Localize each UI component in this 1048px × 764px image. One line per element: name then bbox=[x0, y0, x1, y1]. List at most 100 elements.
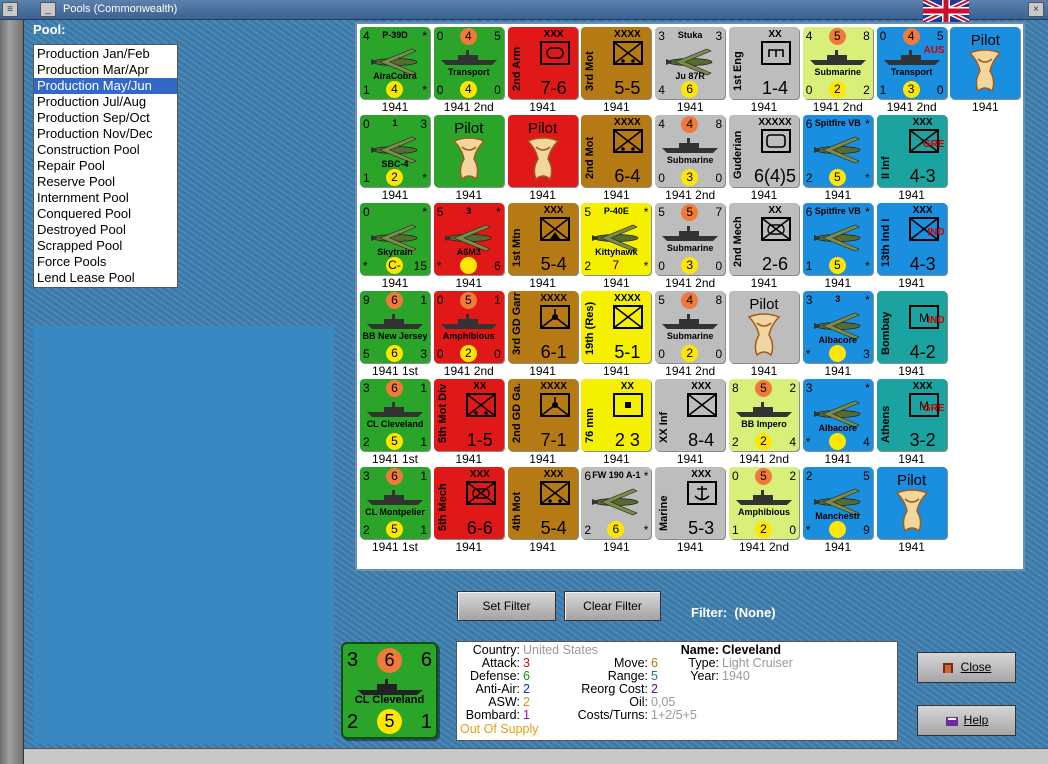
counter-cell: 0 3 1 1 SBC-4 2 * 1941 bbox=[360, 115, 430, 202]
counter-strength: 6-6 bbox=[466, 518, 493, 538]
pool-item[interactable]: Production Mar/Apr bbox=[34, 62, 177, 78]
system-menu-icon[interactable]: ≡ bbox=[2, 2, 18, 17]
ship-unit-counter[interactable]: 4 8 0 4 3 0 Submarine bbox=[655, 115, 726, 187]
pool-item[interactable]: Production Nov/Dec bbox=[34, 126, 177, 142]
counter-label: Transport bbox=[448, 67, 490, 77]
air-unit-counter[interactable]: 5 * * 3 A6M3 6 bbox=[433, 203, 504, 275]
land-unit-counter[interactable]: Bombay M 4-2 IND bbox=[876, 291, 947, 363]
pool-list[interactable]: Production Jan/Feb Production Mar/Apr Prod… bbox=[33, 44, 178, 288]
pool-item[interactable]: Force Pools bbox=[34, 254, 177, 270]
counter-label: Kittyhawk bbox=[595, 247, 638, 257]
counter-top-right-value: 8 bbox=[715, 117, 723, 131]
counter-top-left-value: 0 bbox=[363, 117, 370, 131]
counter-strength: 7-6 bbox=[540, 78, 567, 98]
minimize-icon[interactable]: _ bbox=[40, 2, 56, 17]
pool-item[interactable]: Production Sep/Oct bbox=[34, 110, 177, 126]
ship-unit-counter[interactable]: 0 1 0 5 2 0 Amphibious bbox=[433, 291, 504, 363]
pool-item[interactable]: Conquered Pool bbox=[34, 206, 177, 222]
pool-item[interactable]: Lend Lease Pool bbox=[34, 270, 177, 286]
ship-unit-counter[interactable]: 0 2 1 5 2 0 Amphibious bbox=[729, 467, 799, 539]
land-unit-counter[interactable]: XX Inf XXX 8-4 bbox=[655, 379, 726, 451]
air-unit-counter[interactable]: 5 * 2 P-40E Kittyhawk 7 * bbox=[581, 203, 652, 275]
pool-item[interactable]: Production Jul/Aug bbox=[34, 94, 177, 110]
land-unit-counter[interactable]: II Inf XXX 4-3 GRE bbox=[876, 115, 947, 187]
close-button[interactable]: Close bbox=[917, 652, 1016, 683]
pool-item[interactable]: Construction Pool bbox=[34, 142, 177, 158]
pool-item[interactable]: Scrapped Pool bbox=[34, 238, 177, 254]
pilot-unit-counter[interactable]: Pilot bbox=[507, 115, 578, 187]
ship-unit-counter[interactable]: 0 5 1 4 3 0 Transport AUS bbox=[876, 27, 947, 99]
title-bar[interactable]: ≡ _ Pools (Commonwealth) × bbox=[0, 0, 1048, 22]
land-unit-counter[interactable]: 2nd Mech XX 2-6 bbox=[729, 203, 799, 275]
land-unit-counter[interactable]: 1st Mtn XXX 5-4 bbox=[507, 203, 578, 275]
land-unit-counter[interactable]: 5th Mot Div XX 1-5 bbox=[433, 379, 504, 451]
land-unit-counter[interactable]: 19th (Res) XXXX 5-1 bbox=[581, 291, 652, 363]
ship-unit-counter[interactable]: 5 8 0 4 2 0 Submarine bbox=[655, 291, 726, 363]
land-unit-counter[interactable]: 2nd Mot XXXX 6-4 bbox=[581, 115, 652, 187]
pilot-unit-counter[interactable]: Pilot bbox=[950, 27, 1021, 99]
ship-unit-counter[interactable]: 5 7 0 5 3 0 Submarine bbox=[655, 203, 726, 275]
pool-item[interactable]: Production May/Jun bbox=[34, 78, 177, 94]
pilot-unit-counter[interactable]: Pilot bbox=[433, 115, 504, 187]
land-unit-counter[interactable]: 1st Eng XX 1-4 bbox=[729, 27, 799, 99]
selected-counter-tr: 6 bbox=[420, 649, 432, 671]
fighter-plane-icon bbox=[813, 136, 861, 164]
counter-bottom-right-value: * bbox=[422, 171, 427, 185]
land-unit-counter[interactable]: 2nd GD Ga. XXXX 7-1 bbox=[507, 379, 578, 451]
ship-unit-counter[interactable]: 3 1 2 6 5 1 CL Cleveland bbox=[360, 379, 430, 451]
counter-top-left-value: 2 bbox=[805, 469, 813, 483]
counter-caption: 1941 bbox=[529, 540, 556, 554]
set-filter-button[interactable]: Set Filter bbox=[457, 591, 556, 621]
land-unit-counter[interactable]: 5th Mech XXX 6-6 bbox=[433, 467, 504, 539]
pool-item[interactable]: Destroyed Pool bbox=[34, 222, 177, 238]
close-window-icon[interactable]: × bbox=[1028, 2, 1044, 17]
year-value: 1940 bbox=[722, 669, 750, 683]
air-unit-counter[interactable]: 3 * * 3 Albacore 3 bbox=[802, 291, 873, 363]
pool-item[interactable]: Production Jan/Feb bbox=[34, 46, 177, 62]
air-unit-counter[interactable]: 6 * 2 Spitfire VB 5 * bbox=[802, 115, 873, 187]
counter-grid-panel[interactable]: 4 * 1 P-39D AiraCobra 4 * 1941 0 5 0 4 4 0 Transport 19… bbox=[355, 22, 1025, 571]
pilot-unit-counter[interactable]: Pilot bbox=[729, 291, 799, 363]
pool-item[interactable]: Repair Pool bbox=[34, 158, 177, 174]
air-unit-counter[interactable]: 2 5 * Manchestr 9 bbox=[802, 467, 873, 539]
clear-filter-button[interactable]: Clear Filter bbox=[564, 591, 661, 621]
air-unit-counter[interactable]: 3 * * Albacore 4 bbox=[802, 379, 873, 451]
land-unit-counter[interactable]: 3rd GD Garr XXXX 6-1 bbox=[507, 291, 578, 363]
costs-value: 1+2/5+5 bbox=[651, 708, 697, 722]
air-unit-counter[interactable]: 6 * 1 Spitfire VB 5 * bbox=[802, 203, 873, 275]
pilot-unit-counter[interactable]: Pilot bbox=[876, 467, 947, 539]
help-button-label: Help bbox=[963, 713, 989, 727]
ship-unit-counter[interactable]: 3 1 2 6 5 1 CL Montpelier bbox=[360, 467, 430, 539]
ship-unit-counter[interactable]: 0 5 0 4 4 0 Transport bbox=[433, 27, 504, 99]
ship-unit-counter[interactable]: 9 1 5 6 6 3 BB New Jersey bbox=[360, 291, 430, 363]
land-unit-counter[interactable]: Guderian XXXXX 6(4)5 bbox=[729, 115, 799, 187]
pool-item[interactable]: Reserve Pool bbox=[34, 174, 177, 190]
air-unit-counter[interactable]: 3 3 4 Stuka Ju 87R 6 bbox=[655, 27, 726, 99]
land-unit-counter[interactable]: 2nd Arm XXX 7-6 bbox=[507, 27, 578, 99]
air-unit-counter[interactable]: 6 * 2 FW 190 A-1 6 * bbox=[581, 467, 652, 539]
counter-unit-size: XXX bbox=[912, 117, 933, 128]
help-button[interactable]: Help bbox=[917, 705, 1016, 736]
counter-pilot-label: Pilot bbox=[970, 32, 1000, 49]
counter-unit-size: XXX bbox=[691, 469, 712, 480]
land-unit-counter[interactable]: Marine XXX 5-3 bbox=[655, 467, 726, 539]
land-unit-counter[interactable]: 76 mm XX 2 3 bbox=[581, 379, 652, 451]
selected-counter-bl: 2 bbox=[347, 711, 359, 733]
counter-top-right-value: 1 bbox=[420, 381, 427, 395]
pool-item[interactable]: Internment Pool bbox=[34, 190, 177, 206]
land-unit-counter[interactable]: Athens XXX M 3-2 GRE bbox=[876, 379, 947, 451]
air-unit-counter[interactable]: 0 * * SkytrainC-47 15 bbox=[360, 203, 430, 275]
counter-unit-name: 5th Mot Div bbox=[436, 383, 449, 443]
unit-details-panel: Country: United States Attack: 3 Defense: 6… bbox=[456, 641, 898, 741]
ship-unit-counter[interactable]: 8 2 2 5 2 4 BB Impero bbox=[729, 379, 799, 451]
land-unit-counter[interactable]: 4th Mot XXX 5-4 bbox=[507, 467, 578, 539]
air-unit-counter[interactable]: 0 3 1 1 SBC-4 2 * bbox=[360, 115, 430, 187]
land-unit-counter[interactable]: 13th Ind I XXX 4-3 IND bbox=[876, 203, 947, 275]
infantry-unit-icon bbox=[687, 393, 718, 417]
counter-label: A6M3 bbox=[456, 247, 481, 257]
counter-strength: 1-5 bbox=[466, 430, 493, 450]
air-unit-counter[interactable]: 4 * 1 P-39D AiraCobra 4 * bbox=[360, 27, 430, 99]
land-unit-counter[interactable]: 3rd Mot XXXX 5-5 bbox=[581, 27, 652, 99]
ship-unit-counter[interactable]: 4 8 0 5 2 2 Submarine bbox=[802, 27, 873, 99]
counter-caption: 1941 bbox=[676, 540, 704, 554]
